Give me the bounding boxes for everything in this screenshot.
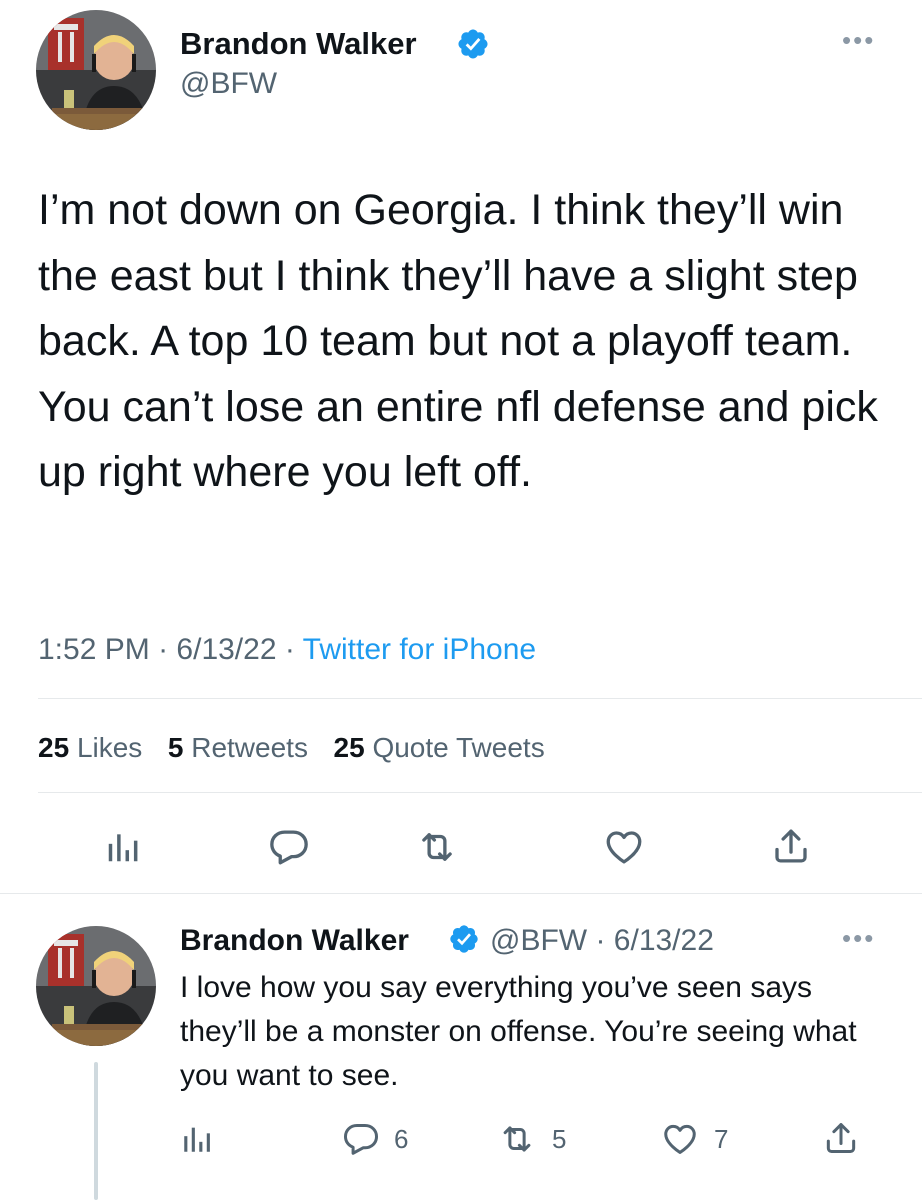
tweet-date[interactable]: 6/13/22 [176,633,276,666]
main-tweet-avatar[interactable] [36,10,156,130]
author-name-text[interactable]: Brandon Walker [180,26,417,61]
reply-date[interactable]: 6/13/22 [614,924,714,957]
retweets-stat[interactable]: 5 Retweets [168,732,308,763]
tweet-source-link[interactable]: Twitter for iPhone [303,633,536,666]
reply-button[interactable] [268,826,310,868]
retweets-count: 5 [167,732,184,763]
like-button[interactable]: 7 [660,1120,728,1158]
reply-text: I love how you say everything you’ve see… [180,971,865,1092]
verified-badge-icon [458,29,488,59]
reply-header: Brandon Walker [180,922,409,960]
more-options-icon[interactable]: ••• [842,925,875,951]
retweet-button[interactable] [414,826,460,868]
analytics-button[interactable] [104,828,142,866]
tweet-time[interactable]: 1:52 PM [38,633,150,666]
reply-handle-date: @BFW · 6/13/22 [490,922,714,960]
likes-stat[interactable]: 25 Likes [38,732,142,763]
heart-icon [606,831,642,864]
tweet-text: I’m not down on Georgia. I think they’ll… [38,186,890,496]
like-button[interactable] [602,826,646,868]
separator: · [284,633,295,666]
share-button[interactable] [822,1118,860,1158]
divider [38,792,922,793]
reply-count: 6 [394,1123,409,1154]
like-count: 7 [714,1123,729,1154]
reply-handle[interactable]: @BFW [490,924,587,957]
author-handle[interactable]: @BFW [180,66,277,102]
author-name[interactable]: Brandon Walker [180,26,417,62]
share-icon [826,1123,856,1153]
reply-tweet-avatar[interactable] [36,926,156,1046]
profile-photo [36,10,156,130]
retweet-icon [503,1126,531,1152]
retweet-button[interactable]: 5 [496,1120,566,1158]
analytics-button[interactable] [180,1122,214,1156]
divider [0,893,922,894]
reply-author-name[interactable]: Brandon Walker [180,924,409,957]
quotes-count: 25 [333,732,365,763]
engagement-stats: 25 Likes 5 Retweets 25 Quote Tweets [38,728,545,768]
quotes-label: Quote Tweets [372,732,545,763]
quotes-stat[interactable]: 25 Quote Tweets [334,732,545,763]
reply-button[interactable]: 6 [342,1120,408,1158]
separator: · [595,924,606,957]
analytics-icon [108,834,138,862]
tweet-timestamp: 1:52 PM · 6/13/22 · Twitter for iPhone [38,630,536,670]
retweet-icon [422,833,452,861]
likes-label: Likes [76,732,143,763]
verified-badge-icon [450,925,478,953]
more-options-icon[interactable]: ••• [842,27,875,53]
separator: · [158,633,169,666]
retweets-label: Retweets [191,732,308,763]
share-button[interactable] [770,824,812,868]
profile-photo [36,926,156,1046]
reply-icon [270,830,308,865]
analytics-icon [184,1127,210,1152]
retweet-count: 5 [552,1123,567,1154]
heart-icon [664,1124,696,1154]
reply-icon [343,1124,379,1155]
thread-connector-line [94,1062,98,1200]
divider [38,698,922,699]
likes-count: 25 [38,732,70,763]
share-icon [775,829,807,863]
